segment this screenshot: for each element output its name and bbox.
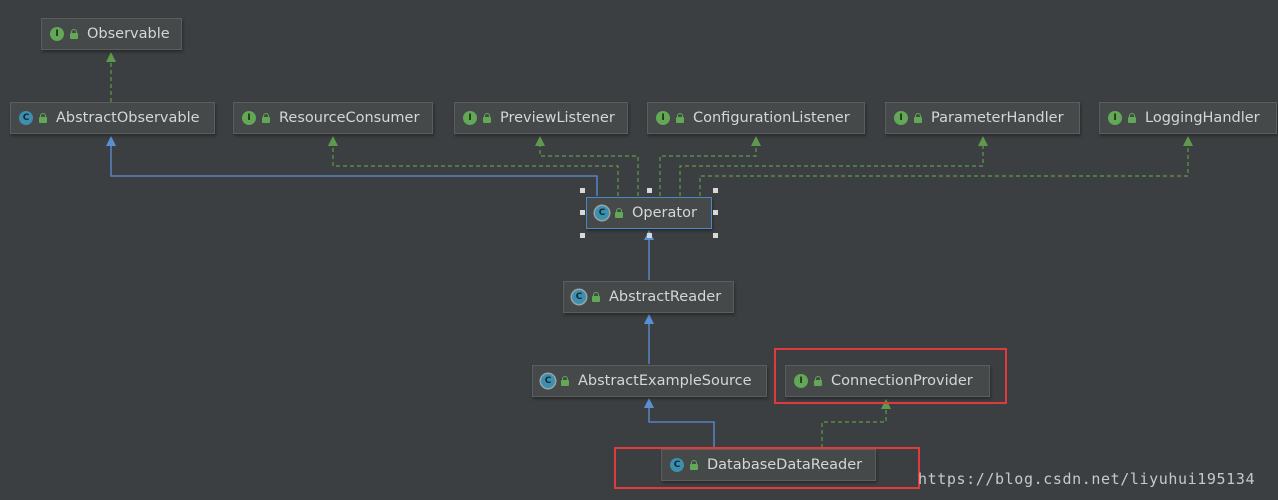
selection-handle[interactable] — [713, 188, 718, 193]
highlight-box-database-data-reader — [614, 447, 920, 489]
interface-icon: I — [1108, 111, 1122, 125]
edge-operator-abstractobservable — [110, 146, 598, 196]
arrowhead-previewlistener — [535, 136, 545, 146]
edge-operator-configurationlistener — [659, 146, 757, 196]
public-lock-icon — [69, 29, 79, 39]
selection-handle[interactable] — [580, 188, 585, 193]
node-label: Operator — [632, 205, 697, 221]
highlight-box-connection-provider — [774, 348, 1007, 404]
public-lock-icon — [913, 113, 923, 123]
selection-handle[interactable] — [713, 233, 718, 238]
node-label: AbstractObservable — [56, 110, 200, 126]
selection-handle[interactable] — [647, 188, 652, 193]
arrowhead-configurationlistener — [751, 136, 761, 146]
node-abstract-example-source[interactable]: C AbstractExampleSource — [532, 365, 767, 397]
arrowhead-logginghandler — [1183, 136, 1193, 146]
interface-icon: I — [50, 27, 64, 41]
node-label: AbstractExampleSource — [578, 373, 752, 389]
node-label: ResourceConsumer — [279, 110, 420, 126]
edge-databasedatareader-connectionprovider — [821, 409, 887, 448]
edge-operator-resourceconsumer — [332, 146, 619, 196]
node-label: ParameterHandler — [931, 110, 1064, 126]
edge-operator-previewlistener — [539, 146, 639, 196]
arrowhead-abstractreader — [644, 314, 654, 324]
relation-edges — [106, 52, 1193, 448]
arrowhead-resourceconsumer — [328, 136, 338, 146]
node-configuration-listener[interactable]: I ConfigurationListener — [647, 102, 865, 134]
node-resource-consumer[interactable]: I ResourceConsumer — [233, 102, 433, 134]
selection-handle[interactable] — [713, 210, 718, 215]
abstract-class-icon: C — [572, 290, 586, 304]
interface-icon: I — [242, 111, 256, 125]
abstract-class-icon: C — [595, 206, 609, 220]
public-lock-icon — [482, 113, 492, 123]
public-lock-icon — [261, 113, 271, 123]
public-lock-icon — [38, 113, 48, 123]
node-label: AbstractReader — [609, 289, 722, 305]
public-lock-icon — [1127, 113, 1137, 123]
node-abstract-reader[interactable]: C AbstractReader — [563, 281, 734, 313]
node-label: ConfigurationListener — [693, 110, 850, 126]
public-lock-icon — [591, 292, 601, 302]
arrowhead-observable — [106, 52, 116, 62]
node-logging-handler[interactable]: I LoggingHandler — [1099, 102, 1277, 134]
selection-handle[interactable] — [580, 210, 585, 215]
arrowhead-abstractobservable — [106, 136, 116, 146]
public-lock-icon — [560, 376, 570, 386]
class-icon: C — [19, 111, 33, 125]
node-label: PreviewListener — [500, 110, 615, 126]
node-observable[interactable]: I Observable — [41, 18, 182, 50]
edge-databasedatareader-abstractexamplesource — [648, 408, 715, 448]
arrowhead-abstractexamplesource — [644, 398, 654, 408]
edge-operator-logginghandler — [699, 146, 1189, 196]
interface-icon: I — [656, 111, 670, 125]
interface-icon: I — [463, 111, 477, 125]
public-lock-icon — [614, 208, 624, 218]
watermark-url: https://blog.csdn.net/liyuhui195134 — [918, 470, 1256, 488]
node-parameter-handler[interactable]: I ParameterHandler — [885, 102, 1080, 134]
node-label: LoggingHandler — [1145, 110, 1260, 126]
node-abstract-observable[interactable]: C AbstractObservable — [10, 102, 215, 134]
interface-icon: I — [894, 111, 908, 125]
selection-handle[interactable] — [580, 233, 585, 238]
public-lock-icon — [675, 113, 685, 123]
edge-operator-parameterhandler — [679, 146, 984, 196]
node-operator[interactable]: C Operator — [586, 197, 712, 229]
selection-handle[interactable] — [647, 233, 652, 238]
abstract-class-icon: C — [541, 374, 555, 388]
node-preview-listener[interactable]: I PreviewListener — [454, 102, 628, 134]
node-label: Observable — [87, 26, 170, 42]
arrowhead-parameterhandler — [978, 136, 988, 146]
